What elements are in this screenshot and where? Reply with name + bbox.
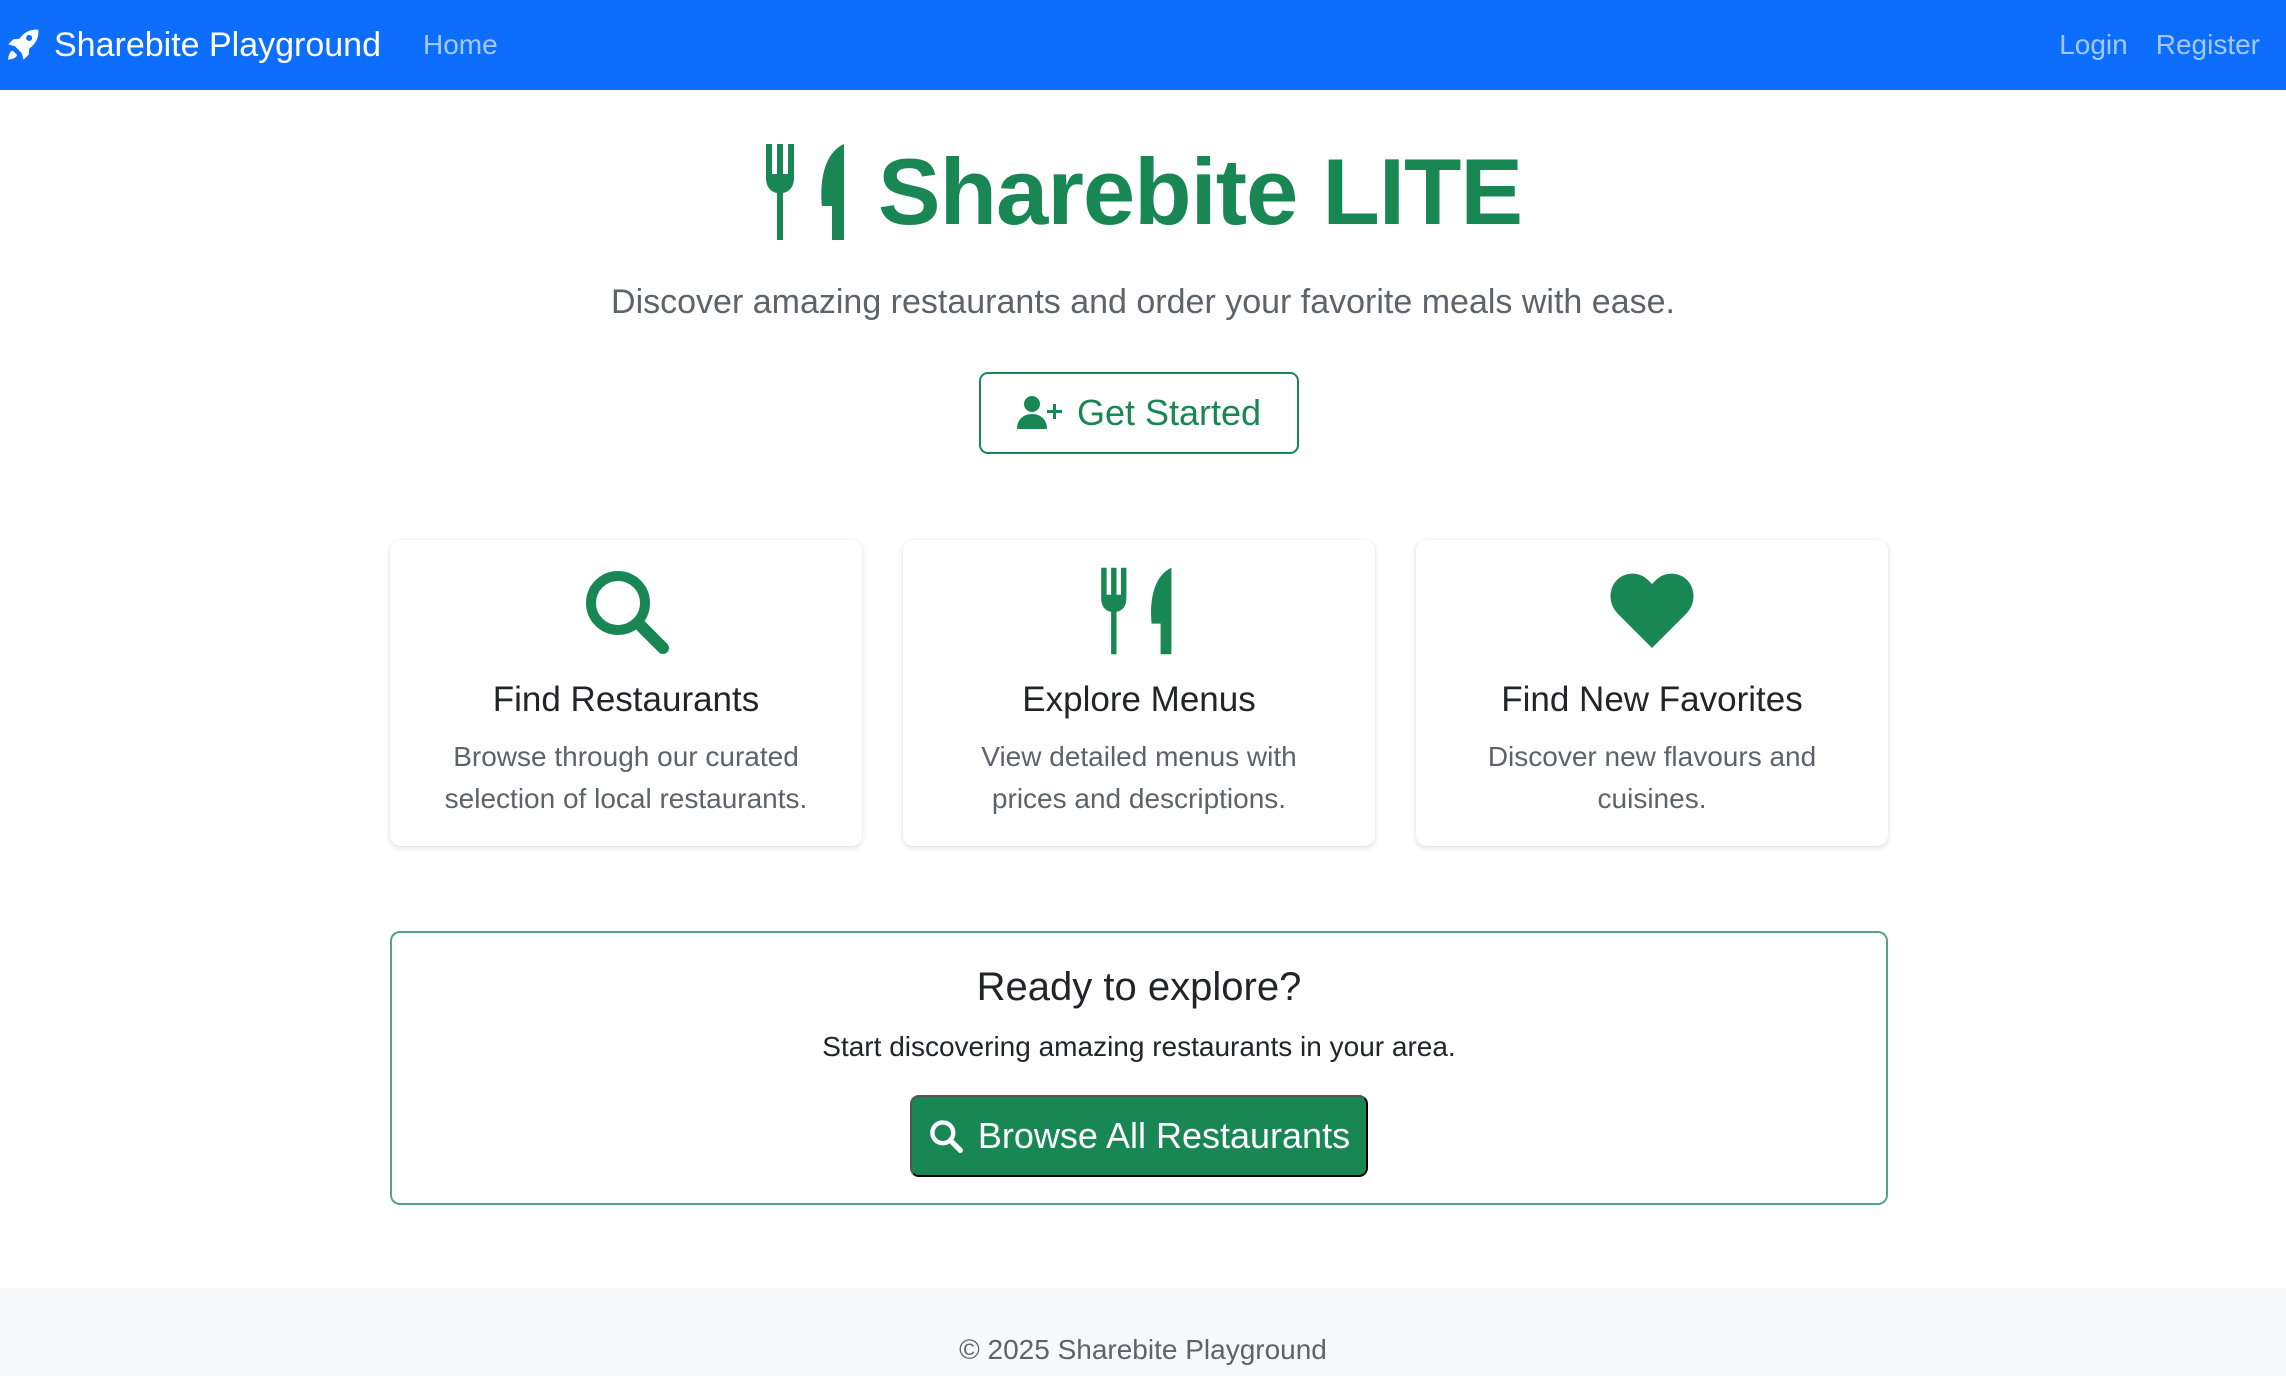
get-started-button[interactable]: Get Started <box>979 372 1299 454</box>
user-plus-icon <box>1016 396 1062 429</box>
feature-title: Explore Menus <box>1022 680 1256 719</box>
explore-text: Start discovering amazing restaurants in… <box>822 1031 1456 1062</box>
brand-link[interactable]: Sharebite Playground <box>4 26 381 65</box>
page-footer: © 2025 Sharebite Playground <box>0 1288 2286 1376</box>
hero-subtitle: Discover amazing restaurants and order y… <box>611 283 1675 321</box>
rocket-icon <box>8 29 39 60</box>
page-title: Sharebite LITE <box>877 139 1523 244</box>
nav-auth-links: Login Register <box>2059 29 2260 61</box>
utensils-icon <box>765 144 844 240</box>
get-started-label: Get Started <box>1076 392 1262 433</box>
feature-text: View detailed menus with prices and desc… <box>981 741 1297 814</box>
nav-login-link[interactable]: Login <box>2059 29 2128 61</box>
feature-title: Find New Favorites <box>1501 680 1803 719</box>
feature-title: Find Restaurants <box>492 680 760 719</box>
feature-card-find-restaurants: Find Restaurants Browse through our cura… <box>390 540 862 846</box>
feature-text: Browse through our curated selection of … <box>444 741 808 814</box>
utensils-icon <box>1101 567 1172 655</box>
search-icon <box>586 571 669 654</box>
explore-panel: Ready to explore? Start discovering amaz… <box>390 931 1888 1205</box>
nav-register-link[interactable]: Register <box>2156 29 2260 61</box>
browse-all-label: Browse All Restaurants <box>977 1115 1351 1156</box>
hero-heading: Sharebite LITE <box>0 138 2286 246</box>
feature-text: Discover new flavours and cuisines. <box>1487 741 1817 814</box>
feature-card-explore-menus: Explore Menus View detailed menus with p… <box>903 540 1375 846</box>
search-icon <box>930 1120 963 1153</box>
brand-name: Sharebite Playground <box>54 25 382 64</box>
nav-home-link[interactable]: Home <box>423 29 498 61</box>
browse-all-restaurants-button[interactable]: Browse All Restaurants <box>910 1095 1368 1177</box>
heart-icon <box>1610 573 1694 648</box>
top-navbar: Sharebite Playground Home Login Register <box>0 0 2286 90</box>
explore-title: Ready to explore? <box>976 965 1302 1009</box>
feature-card-find-favorites: Find New Favorites Discover new flavours… <box>1416 540 1888 846</box>
copyright-text: © 2025 Sharebite Playground <box>959 1334 1327 1365</box>
